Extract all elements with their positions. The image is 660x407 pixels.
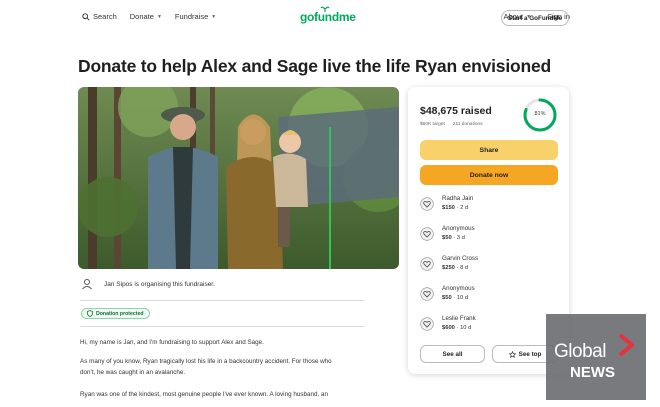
story-paragraph: As many of you know, Ryan tragically los… bbox=[80, 358, 332, 365]
chevron-down-icon: ▼ bbox=[156, 13, 162, 20]
heart-hand-icon bbox=[420, 317, 434, 331]
top-nav: Search Donate ▼ Fundraise ▼ gofundme Abo… bbox=[0, 0, 660, 36]
story-paragraph: don't, he was caught in an avalanche. bbox=[80, 369, 186, 376]
search-icon bbox=[82, 12, 90, 21]
donation-item: Anonymous $50 · 3 d bbox=[420, 225, 475, 241]
story-paragraph: Hi, my name is Jan, and I'm fundraising … bbox=[80, 339, 264, 346]
story-paragraph: Ryan was one of the kindest, most genuin… bbox=[80, 391, 328, 398]
donate-menu-label: Donate bbox=[129, 12, 154, 21]
donation-amount: $50 bbox=[442, 235, 452, 241]
amount-raised: $48,675 raised bbox=[420, 105, 492, 117]
see-top-label: See top bbox=[518, 350, 542, 358]
donation-time: 2 d bbox=[460, 205, 469, 211]
donation-item: Leslie Frank $600 · 10 d bbox=[420, 315, 476, 331]
page-title: Donate to help Alex and Sage live the li… bbox=[78, 56, 552, 76]
donation-time: 10 d bbox=[456, 295, 469, 301]
donor-name: Anonymous bbox=[442, 225, 475, 232]
raised-details: $60K target 211 donations bbox=[420, 122, 483, 127]
heart-hand-icon bbox=[420, 227, 434, 241]
share-button[interactable]: Share bbox=[420, 140, 558, 160]
heart-hand-icon bbox=[420, 287, 434, 301]
progress-percent: 81% bbox=[534, 111, 546, 117]
search-link[interactable]: Search bbox=[82, 12, 117, 21]
donation-protected-badge[interactable]: Donation protected bbox=[81, 308, 150, 319]
badge-label: Donation protected bbox=[96, 310, 144, 317]
donation-time: 8 d bbox=[460, 265, 469, 271]
donation-amount: $150 bbox=[442, 205, 455, 211]
star-icon bbox=[508, 350, 516, 358]
divider bbox=[80, 326, 365, 327]
donation-item: Radha Jain $150 · 2 d bbox=[420, 195, 473, 211]
chevron-down-icon: ▼ bbox=[211, 13, 217, 20]
donation-time: 10 d bbox=[460, 325, 472, 331]
donate-now-button[interactable]: Donate now bbox=[420, 165, 558, 185]
campaign-photo[interactable] bbox=[78, 87, 399, 269]
campaign-photo-illustration bbox=[78, 87, 399, 269]
search-label: Search bbox=[93, 12, 117, 21]
donation-amount: $600 bbox=[442, 325, 455, 331]
donation-amount: $250 bbox=[442, 265, 455, 271]
donation-item: Anonymous $50 · 10 d bbox=[420, 285, 475, 301]
fundraise-menu[interactable]: Fundraise ▼ bbox=[175, 12, 216, 21]
donor-name: Radha Jain bbox=[442, 195, 474, 202]
start-gofundme-label: Start a GoFundMe bbox=[507, 14, 563, 22]
donation-time: 3 d bbox=[456, 235, 465, 241]
start-gofundme-button[interactable]: Start a GoFundMe bbox=[501, 10, 569, 26]
see-all-button[interactable]: See all bbox=[420, 345, 485, 363]
see-all-label: See all bbox=[442, 350, 463, 358]
donation-amount: $50 bbox=[442, 295, 452, 301]
donations-count: 211 donations bbox=[452, 122, 483, 127]
donation-item: Garvin Cross $250 · 8 d bbox=[420, 255, 478, 271]
donation-card: $48,675 raised $60K target 211 donations… bbox=[408, 87, 569, 374]
donate-now-label: Donate now bbox=[469, 171, 509, 179]
global-news-watermark: Global NEWS bbox=[546, 314, 646, 400]
global-news-logo-icon bbox=[618, 333, 634, 357]
nav-left: Search Donate ▼ Fundraise ▼ bbox=[82, 12, 216, 21]
gofundme-logo[interactable]: gofundme bbox=[300, 6, 356, 24]
person-icon bbox=[82, 279, 92, 290]
logo-text: gofundme bbox=[300, 10, 356, 24]
heart-hand-icon bbox=[420, 197, 434, 211]
watermark-line1: Global bbox=[554, 341, 606, 362]
watermark-line2: NEWS bbox=[570, 364, 615, 381]
organiser-row: Jan Sipos is organising this fundraiser. bbox=[80, 277, 215, 291]
organiser-text: Jan Sipos is organising this fundraiser. bbox=[104, 280, 215, 288]
logo-sprout-icon bbox=[320, 6, 330, 12]
donor-name: Garvin Cross bbox=[442, 255, 479, 262]
divider bbox=[80, 300, 365, 301]
shield-icon bbox=[87, 310, 93, 317]
donate-menu[interactable]: Donate ▼ bbox=[130, 12, 162, 21]
heart-hand-icon bbox=[420, 257, 434, 271]
fundraise-menu-label: Fundraise bbox=[174, 12, 209, 21]
donor-name: Anonymous bbox=[442, 285, 475, 292]
target-text: $60K target bbox=[420, 122, 445, 127]
donor-name: Leslie Frank bbox=[442, 315, 476, 322]
share-label: Share bbox=[479, 146, 499, 154]
